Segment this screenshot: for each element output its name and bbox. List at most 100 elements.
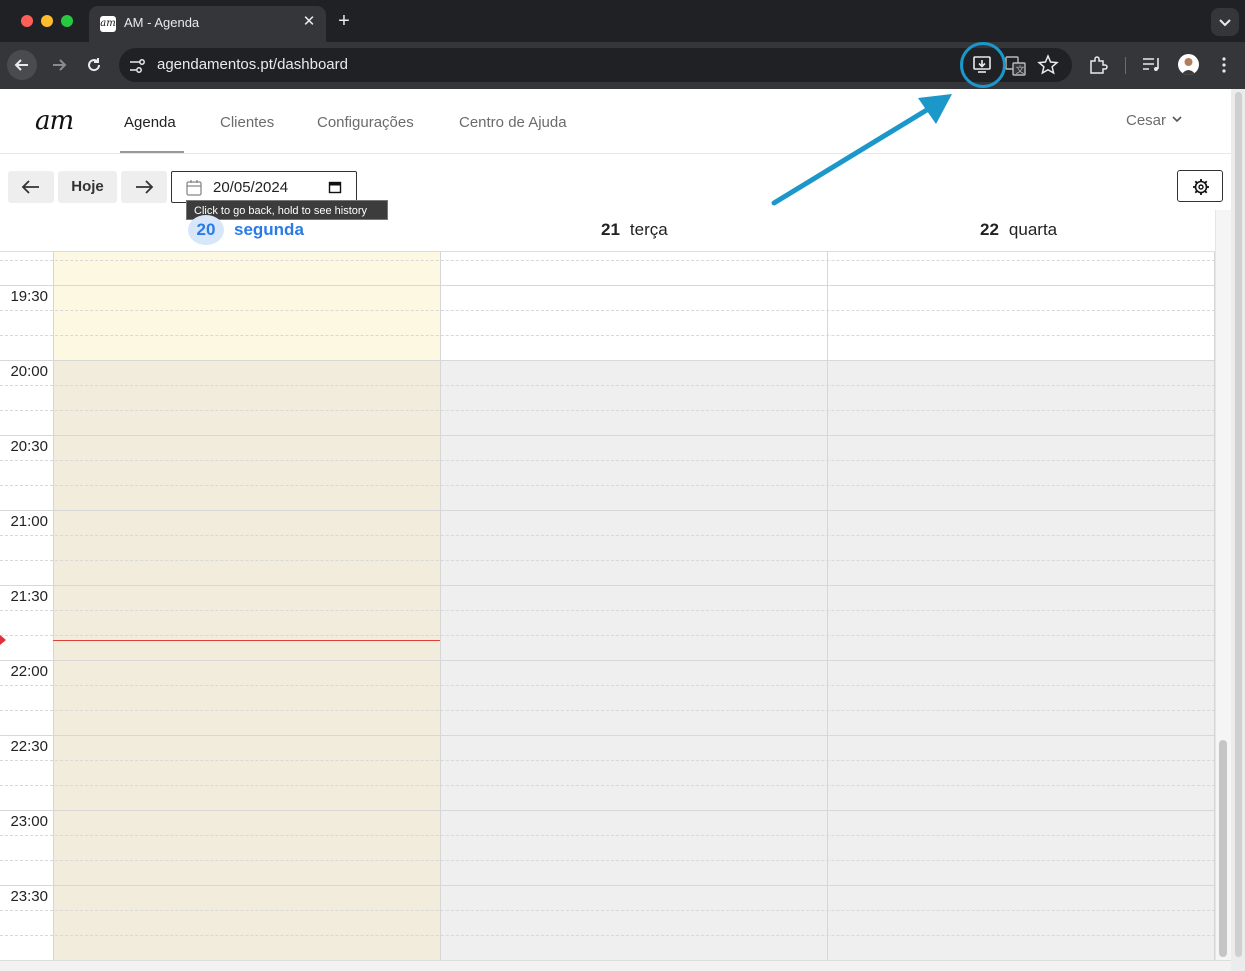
translate-icon[interactable]: 文 xyxy=(1005,55,1027,77)
chevron-down-icon xyxy=(1219,19,1231,27)
grid-line xyxy=(0,485,1215,486)
bottom-edge xyxy=(0,960,1231,971)
calendar-grid[interactable]: 19:30 20:00 20:30 21:00 21:30 22:00 22:3… xyxy=(0,252,1215,960)
tab-title: AM - Agenda xyxy=(124,15,200,30)
grid-line xyxy=(0,885,1215,886)
toolbar-divider xyxy=(1125,57,1126,74)
page-scrollbar-thumb[interactable] xyxy=(1235,92,1242,957)
calendar-settings-button[interactable] xyxy=(1177,170,1223,202)
current-time-marker xyxy=(0,635,6,645)
grid-line xyxy=(0,810,1215,811)
day-header[interactable]: 21 terça xyxy=(601,220,668,240)
app-logo[interactable]: am xyxy=(35,106,74,136)
next-day-button[interactable] xyxy=(121,171,167,203)
app-header: am Agenda Clientes Configurações Centro … xyxy=(0,89,1231,154)
site-info-icon[interactable] xyxy=(128,57,146,75)
day-name: segunda xyxy=(234,220,304,239)
grid-line xyxy=(0,560,1215,561)
window-close-button[interactable] xyxy=(21,15,33,27)
annotation-arrow xyxy=(771,94,952,206)
grid-line xyxy=(0,610,1215,611)
grid-line xyxy=(0,660,1215,661)
back-button[interactable] xyxy=(7,50,37,80)
column-divider xyxy=(440,252,441,960)
reload-icon xyxy=(88,58,101,72)
grid-line xyxy=(0,410,1215,411)
media-icon[interactable] xyxy=(1141,54,1163,76)
grid-line xyxy=(0,360,1215,361)
current-time-line xyxy=(53,640,440,641)
date-picker-icon[interactable] xyxy=(328,180,343,195)
day-header-today[interactable]: 20 segunda xyxy=(188,215,304,245)
grid-line xyxy=(0,935,1215,936)
svg-text:文: 文 xyxy=(1016,64,1025,76)
column-divider xyxy=(53,252,54,960)
new-tab-button[interactable]: + xyxy=(334,9,354,33)
grid-line xyxy=(0,285,1215,286)
time-label: 22:30 xyxy=(0,738,48,755)
chevron-down-icon[interactable] xyxy=(1172,116,1182,124)
grid-line xyxy=(0,760,1215,761)
today-column-open-hours[interactable] xyxy=(53,252,440,360)
forward-icon xyxy=(53,59,67,71)
nav-agenda[interactable]: Agenda xyxy=(124,114,176,131)
time-label: 23:30 xyxy=(0,888,48,905)
grid-line xyxy=(0,585,1215,586)
date-picker-input[interactable]: 20/05/2024 xyxy=(171,171,357,203)
time-label: 21:00 xyxy=(0,513,48,530)
calendar-scrollbar-thumb[interactable] xyxy=(1219,740,1227,957)
nav-clientes[interactable]: Clientes xyxy=(220,114,274,131)
day-name: quarta xyxy=(1008,220,1058,239)
forward-button[interactable] xyxy=(44,50,74,80)
previous-day-button[interactable] xyxy=(8,171,54,203)
column-divider xyxy=(827,252,828,960)
today-button[interactable]: Hoje xyxy=(58,171,117,203)
grid-line xyxy=(0,685,1215,686)
grid-line xyxy=(0,735,1215,736)
grid-line xyxy=(0,460,1215,461)
active-nav-indicator xyxy=(120,151,184,153)
window-minimize-button[interactable] xyxy=(41,15,53,27)
grid-line xyxy=(0,710,1215,711)
grid-line xyxy=(0,910,1215,911)
calendar-icon xyxy=(186,180,202,196)
tab-close-icon[interactable]: ✕ xyxy=(301,12,317,32)
grid-line xyxy=(0,385,1215,386)
gear-icon xyxy=(1193,179,1209,195)
day-number: 21 xyxy=(601,220,620,239)
window-zoom-button[interactable] xyxy=(61,15,73,27)
grid-line xyxy=(0,535,1215,536)
arrow-left-icon xyxy=(21,180,39,194)
tab-search-button[interactable] xyxy=(1211,8,1239,36)
grid-line xyxy=(0,435,1215,436)
browser-tab-active[interactable]: am AM - Agenda ✕ xyxy=(89,6,326,42)
grid-line xyxy=(0,835,1215,836)
reload-button[interactable] xyxy=(79,50,109,80)
user-menu[interactable]: Cesar xyxy=(1126,112,1166,129)
nav-centro-de-ajuda[interactable]: Centro de Ajuda xyxy=(459,114,567,131)
grid-line xyxy=(0,260,1215,261)
time-label: 22:00 xyxy=(0,663,48,680)
day-header[interactable]: 22 quarta xyxy=(980,220,1057,240)
grid-line xyxy=(0,635,1215,636)
bookmark-star-icon[interactable] xyxy=(1037,54,1059,76)
profile-avatar[interactable] xyxy=(1178,54,1199,75)
day-number: 20 xyxy=(188,215,224,245)
back-icon xyxy=(14,59,28,71)
day-number: 22 xyxy=(980,220,999,239)
grid-line xyxy=(0,310,1215,311)
url-text[interactable]: agendamentos.pt/dashboard xyxy=(157,56,348,73)
browser-toolbar: agendamentos.pt/dashboard 文 xyxy=(0,42,1245,89)
grid-line xyxy=(0,335,1215,336)
grid-line xyxy=(0,785,1215,786)
nav-configuracoes[interactable]: Configurações xyxy=(317,114,414,131)
time-label: 23:00 xyxy=(0,813,48,830)
day-name: terça xyxy=(629,220,668,239)
time-label: 21:30 xyxy=(0,588,48,605)
grid-line xyxy=(0,860,1215,861)
time-label: 20:30 xyxy=(0,438,48,455)
favicon-icon: am xyxy=(100,16,116,32)
menu-icon[interactable] xyxy=(1214,54,1234,76)
time-label: 19:30 xyxy=(0,288,48,305)
extensions-icon[interactable] xyxy=(1087,54,1109,76)
